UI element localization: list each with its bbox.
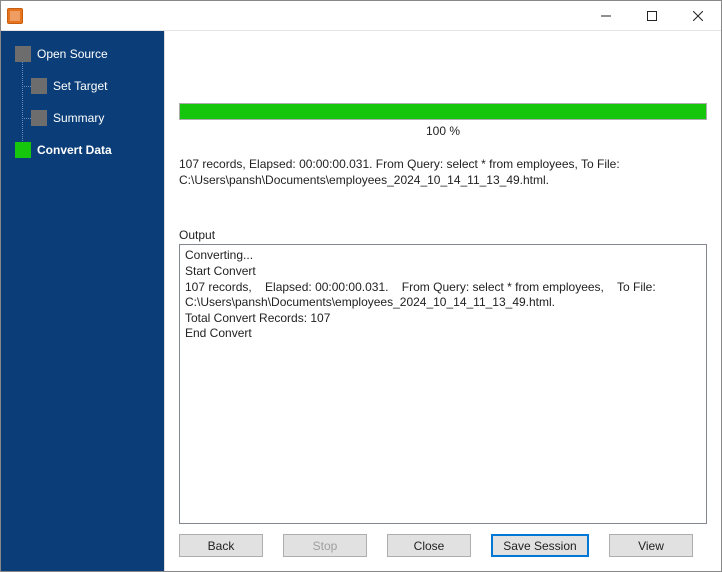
progress-area: 100 % — [179, 103, 707, 138]
sidebar-item-label: Convert Data — [37, 143, 112, 157]
sidebar-item-summary[interactable]: Summary — [1, 107, 164, 129]
sidebar: Open Source Set Target Summary Convert D… — [1, 31, 164, 571]
stop-button: Stop — [283, 534, 367, 557]
step-box-icon — [31, 78, 47, 94]
app-icon — [7, 8, 23, 24]
sidebar-item-open-source[interactable]: Open Source — [1, 43, 164, 65]
step-box-icon — [31, 110, 47, 126]
app-window: Open Source Set Target Summary Convert D… — [0, 0, 722, 572]
step-box-icon — [15, 142, 31, 158]
main-panel: 100 % 107 records, Elapsed: 00:00:00.031… — [164, 31, 721, 571]
view-button[interactable]: View — [609, 534, 693, 557]
tree-connector-horizontal — [22, 118, 31, 119]
sidebar-item-label: Summary — [53, 111, 104, 125]
sidebar-item-convert-data[interactable]: Convert Data — [1, 139, 164, 161]
sidebar-item-set-target[interactable]: Set Target — [1, 75, 164, 97]
save-session-button[interactable]: Save Session — [491, 534, 589, 557]
window-controls — [583, 1, 721, 30]
body: Open Source Set Target Summary Convert D… — [1, 31, 721, 571]
titlebar-left — [1, 8, 29, 24]
close-window-button[interactable] — [675, 1, 721, 30]
minimize-button[interactable] — [583, 1, 629, 30]
progress-bar — [179, 103, 707, 120]
output-textarea[interactable]: Converting... Start Convert 107 records,… — [179, 244, 707, 524]
sidebar-item-label: Set Target — [53, 79, 107, 93]
step-box-icon — [15, 46, 31, 62]
tree-connector-horizontal — [22, 86, 31, 87]
output-label: Output — [179, 228, 707, 242]
progress-percent-label: 100 % — [179, 124, 707, 138]
maximize-button[interactable] — [629, 1, 675, 30]
close-button[interactable]: Close — [387, 534, 471, 557]
titlebar — [1, 1, 721, 31]
sidebar-item-label: Open Source — [37, 47, 108, 61]
back-button[interactable]: Back — [179, 534, 263, 557]
button-row: Back Stop Close Save Session View — [179, 524, 707, 561]
status-text: 107 records, Elapsed: 00:00:00.031. From… — [179, 156, 707, 188]
